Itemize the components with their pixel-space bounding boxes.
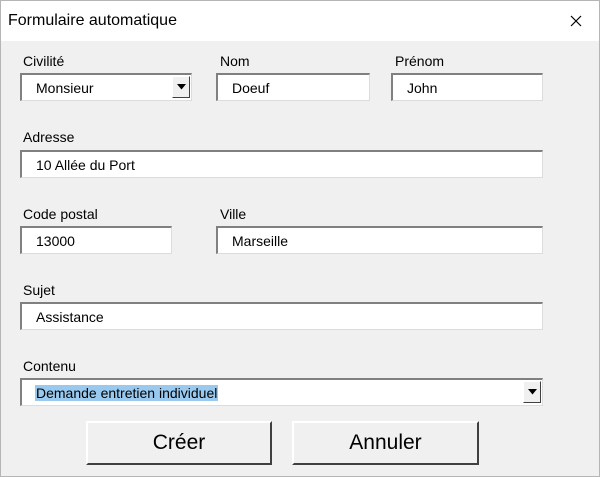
civilite-dropdown-button[interactable]	[172, 76, 190, 98]
prenom-input[interactable]: John	[391, 73, 543, 101]
contenu-dropdown-button[interactable]	[523, 381, 541, 403]
sujet-value: Assistance	[36, 309, 104, 325]
civilite-select[interactable]: Monsieur	[20, 73, 192, 101]
code-postal-label: Code postal	[23, 206, 98, 222]
ville-input[interactable]: Marseille	[216, 226, 543, 254]
adresse-value: 10 Allée du Port	[36, 157, 135, 173]
cancel-button[interactable]: Annuler	[292, 421, 479, 465]
close-button[interactable]	[553, 1, 599, 41]
civilite-label: Civilité	[23, 53, 65, 69]
contenu-label: Contenu	[23, 358, 76, 374]
sujet-input[interactable]: Assistance	[20, 302, 543, 330]
close-icon	[570, 15, 582, 27]
contenu-select[interactable]: Demande entretien individuel	[20, 378, 543, 406]
code-postal-input[interactable]: 13000	[20, 226, 172, 254]
nom-value: Doeuf	[232, 80, 270, 96]
nom-input[interactable]: Doeuf	[216, 73, 370, 101]
code-postal-value: 13000	[36, 233, 75, 249]
adresse-label: Adresse	[23, 129, 75, 145]
chevron-down-icon	[527, 389, 537, 395]
chevron-down-icon	[176, 84, 186, 90]
adresse-input[interactable]: 10 Allée du Port	[20, 150, 543, 178]
nom-label: Nom	[220, 53, 250, 69]
ville-value: Marseille	[232, 233, 289, 249]
ville-label: Ville	[220, 206, 247, 222]
prenom-value: John	[407, 80, 438, 96]
contenu-value: Demande entretien individuel	[35, 385, 219, 401]
window-title: Formulaire automatique	[8, 12, 177, 29]
create-button[interactable]: Créer	[86, 421, 272, 465]
title-bar: Formulaire automatique	[1, 1, 599, 41]
form-window: Formulaire automatique Civilité Monsieur…	[0, 0, 600, 477]
civilite-value: Monsieur	[36, 80, 94, 96]
prenom-label: Prénom	[395, 53, 445, 69]
sujet-label: Sujet	[23, 282, 55, 298]
